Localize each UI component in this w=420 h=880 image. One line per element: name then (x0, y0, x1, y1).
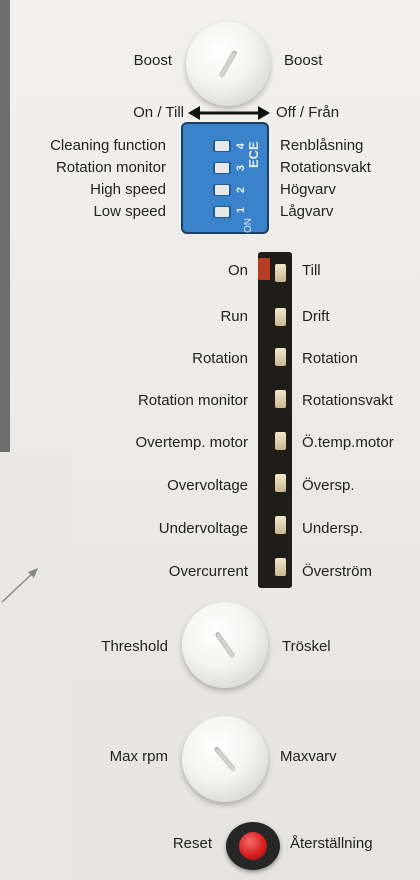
led-on (275, 264, 286, 282)
reset-label: Reset (172, 835, 212, 852)
led-overcurrent (275, 558, 286, 576)
outer-surface (0, 452, 72, 880)
maxvarv-label: Maxvarv (280, 748, 337, 765)
on-till-label: On / Till (133, 104, 184, 121)
reset-button[interactable] (239, 832, 267, 860)
led-label-rotationsvakt: Rotationsvakt (302, 392, 393, 409)
max-rpm-label: Max rpm (109, 748, 168, 765)
led-label-overcurrent: Overcurrent (168, 563, 248, 580)
led-label-oversp: Översp. (302, 477, 355, 494)
led-label-rotation-monitor: Rotation monitor (137, 392, 248, 409)
threshold-knob[interactable] (182, 602, 268, 688)
led-undervoltage (275, 516, 286, 534)
dip-label-lagvarv: Lågvarv (280, 203, 334, 220)
led-label-overtemp-motor: Overtemp. motor (135, 434, 248, 451)
pointer-arrow-icon (1, 568, 38, 603)
dip-label-hogvarv: Högvarv (280, 181, 336, 198)
dip-on-mark: ON (243, 218, 254, 233)
boost-label-right: Boost (284, 52, 323, 69)
dip-number-2: 2 (235, 186, 248, 194)
dip-switch-4[interactable] (213, 140, 231, 152)
led-label-drift: Drift (302, 308, 330, 325)
led-label-run: Run (220, 308, 248, 325)
led-label-rotation-sv: Rotation (302, 350, 358, 367)
boost-label-left: Boost (133, 52, 172, 69)
led-label-on: On (227, 262, 248, 279)
dip-label-rotation-monitor: Rotation monitor (55, 159, 166, 176)
led-rotation (275, 348, 286, 366)
dip-switch-2[interactable] (213, 184, 231, 196)
led-label-overstrom: Överström (302, 563, 373, 580)
led-red-cap (258, 258, 270, 280)
led-label-till: Till (302, 262, 321, 279)
dip-label-high-speed: High speed (90, 181, 166, 198)
dip-brand-mark: ECE (246, 141, 261, 168)
dip-switch-1[interactable] (213, 206, 231, 218)
led-run (275, 308, 286, 326)
dip-number-1: 1 (235, 206, 248, 214)
led-label-overvoltage: Overvoltage (167, 477, 248, 494)
led-overtemp-motor (275, 432, 286, 450)
led-rotation-monitor (275, 390, 286, 408)
dip-label-cleaning-function: Cleaning function (50, 137, 166, 154)
reset-button-ring[interactable] (226, 822, 280, 870)
troskel-label: Tröskel (282, 638, 331, 655)
led-indicator-strip (258, 252, 292, 588)
aterstallning-label: Återställning (290, 835, 373, 852)
dip-label-rotationsvakt: Rotationsvakt (280, 159, 371, 176)
off-fran-label: Off / Från (276, 104, 340, 121)
led-label-undervoltage: Undervoltage (158, 520, 248, 537)
dip-switch-3[interactable] (213, 162, 231, 174)
double-arrow-icon (188, 106, 270, 120)
boost-knob[interactable] (186, 22, 270, 106)
dip-switch-block[interactable]: 4 3 2 1 ECE ON (183, 124, 267, 233)
led-label-undersp: Undersp. (302, 520, 363, 537)
dip-label-low-speed: Low speed (93, 203, 166, 220)
max-rpm-knob[interactable] (182, 716, 268, 802)
threshold-label: Threshold (101, 638, 168, 655)
dip-label-renblasning: Renblåsning (280, 137, 364, 154)
led-label-otemp-motor: Ö.temp.motor (302, 434, 394, 451)
led-overvoltage (275, 474, 286, 492)
led-label-rotation: Rotation (192, 350, 248, 367)
